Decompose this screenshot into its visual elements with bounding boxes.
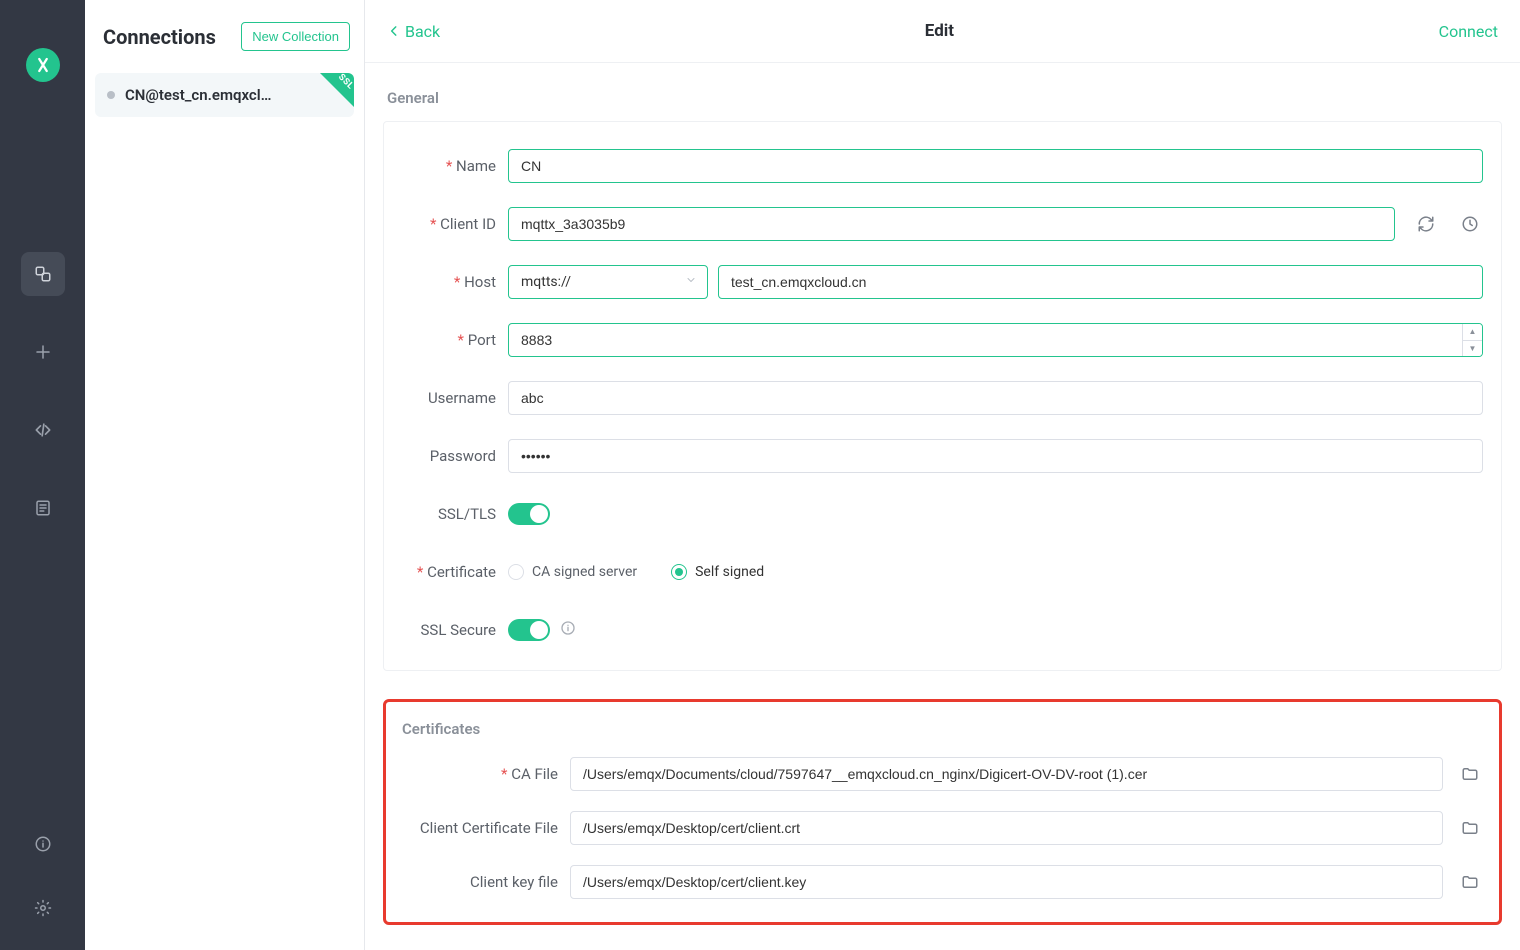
ca-file-label: CA File	[402, 765, 558, 783]
stepper-down-icon[interactable]: ▼	[1463, 341, 1482, 357]
connection-item[interactable]: CN@test_cn.emqxcl… SSL	[95, 73, 354, 117]
regenerate-icon[interactable]	[1413, 211, 1439, 237]
port-input[interactable]	[508, 323, 1483, 357]
cert-radio-ca[interactable]: CA signed server	[508, 564, 637, 580]
host-input[interactable]	[718, 265, 1483, 299]
ca-file-input[interactable]	[570, 757, 1443, 791]
top-bar: Back Edit Connect	[365, 0, 1520, 63]
clientkey-label: Client key file	[402, 873, 558, 891]
nav-rail	[0, 0, 85, 950]
back-label: Back	[405, 22, 440, 41]
port-label: Port	[402, 331, 496, 349]
certificates-card: Certificates CA File Client Certificate …	[383, 699, 1502, 925]
clientcert-browse-icon[interactable]	[1457, 815, 1483, 841]
clientid-label: Client ID	[402, 215, 496, 233]
app-logo	[26, 48, 60, 82]
nav-connections-icon[interactable]	[21, 252, 65, 296]
clientkey-input[interactable]	[570, 865, 1443, 899]
cert-radio-self[interactable]: Self signed	[671, 564, 764, 580]
username-label: Username	[402, 389, 496, 407]
sidebar-title: Connections	[103, 25, 216, 49]
new-collection-button[interactable]: New Collection	[241, 22, 350, 51]
stepper-up-icon[interactable]: ▲	[1463, 324, 1482, 341]
ssl-switch[interactable]	[508, 503, 550, 525]
cert-radio-self-label: Self signed	[695, 564, 764, 580]
host-scheme-select[interactable]: mqtts://	[508, 265, 708, 299]
clientcert-input[interactable]	[570, 811, 1443, 845]
nav-code-icon[interactable]	[21, 408, 65, 452]
back-button[interactable]: Back	[387, 22, 440, 41]
general-card: Name Client ID	[383, 121, 1502, 671]
password-input[interactable]	[508, 439, 1483, 473]
port-stepper[interactable]: ▲ ▼	[1462, 324, 1482, 356]
timestamp-icon[interactable]	[1457, 211, 1483, 237]
nav-settings-icon[interactable]	[21, 886, 65, 930]
section-title-certificates: Certificates	[402, 720, 1483, 738]
host-label: Host	[402, 273, 496, 291]
chevron-down-icon	[685, 274, 697, 290]
connect-button[interactable]: Connect	[1439, 22, 1498, 41]
nav-log-icon[interactable]	[21, 486, 65, 530]
clientkey-browse-icon[interactable]	[1457, 869, 1483, 895]
section-title-general: General	[387, 89, 1502, 107]
password-label: Password	[402, 447, 496, 465]
clientcert-label: Client Certificate File	[402, 819, 558, 837]
nav-about-icon[interactable]	[21, 822, 65, 866]
sslsecure-switch[interactable]	[508, 619, 550, 641]
ssl-label: SSL/TLS	[402, 505, 496, 523]
cert-radio-ca-label: CA signed server	[532, 564, 637, 580]
cert-label: Certificate	[402, 563, 496, 581]
name-input[interactable]	[508, 149, 1483, 183]
info-icon[interactable]	[560, 620, 576, 640]
nav-add-icon[interactable]	[21, 330, 65, 374]
status-dot-icon	[107, 91, 115, 99]
host-scheme-value: mqtts://	[521, 274, 571, 290]
page-title: Edit	[925, 21, 954, 41]
username-input[interactable]	[508, 381, 1483, 415]
connection-name: CN@test_cn.emqxcl…	[125, 86, 271, 104]
name-label: Name	[402, 157, 496, 175]
sslsecure-label: SSL Secure	[402, 621, 496, 639]
connections-sidebar: Connections New Collection CN@test_cn.em…	[85, 0, 365, 950]
ca-file-browse-icon[interactable]	[1457, 761, 1483, 787]
clientid-input[interactable]	[508, 207, 1395, 241]
